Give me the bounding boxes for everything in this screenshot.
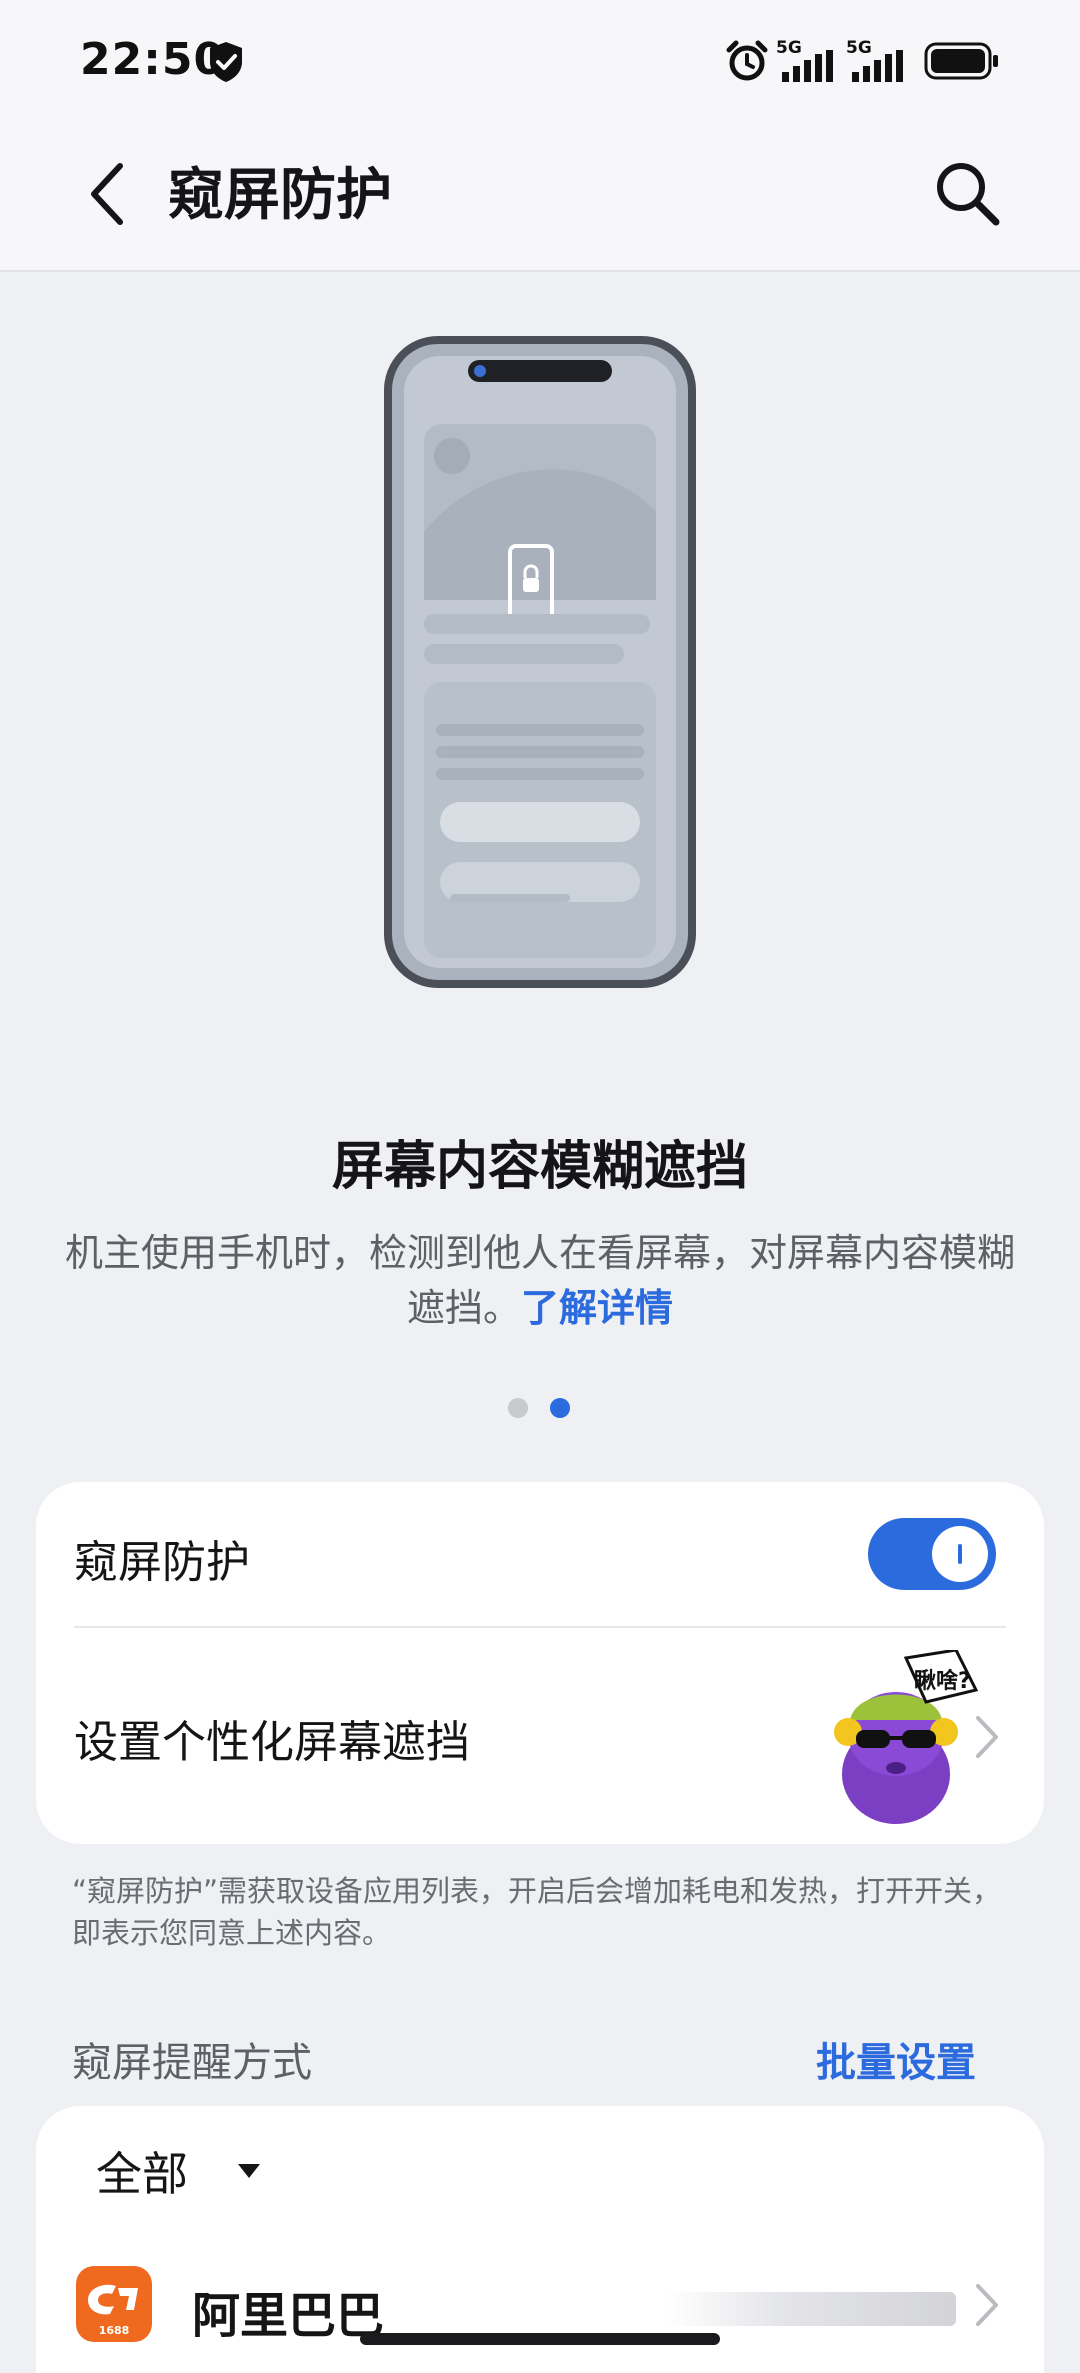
- protection-toggle[interactable]: [868, 1518, 996, 1590]
- shield-check-icon: [210, 42, 242, 82]
- app-icon: 1688: [76, 2266, 152, 2342]
- status-time: 22:50: [80, 34, 226, 85]
- pager-dots: [508, 1398, 588, 1422]
- alarm-icon: [726, 40, 768, 81]
- filter-label: 全部: [96, 2147, 188, 2201]
- chevron-right-icon: [976, 2284, 998, 2326]
- feature-title: 屏幕内容模糊遮挡: [331, 1137, 748, 1197]
- feature-description: 机主使用手机时，检测到他人在看屏幕，对屏幕内容模糊遮挡。了解详情: [60, 1226, 1020, 1336]
- caret-down-icon: [238, 2164, 260, 2178]
- protection-label: 窥屏防护: [74, 1537, 250, 1588]
- signal-icon: 5G: [846, 38, 910, 84]
- chevron-right-icon: [976, 1716, 998, 1758]
- app-name: 阿里巴巴: [192, 2288, 385, 2344]
- blurred-phone-illustration: [384, 336, 696, 988]
- personalize-row[interactable]: 设置个性化屏幕遮挡 瞅啥?: [36, 1628, 1044, 1844]
- toggle-knob: [932, 1526, 988, 1582]
- signal-icon: 5G: [776, 38, 840, 84]
- app-icon-label: 1688: [99, 2324, 130, 2337]
- back-arrow-icon[interactable]: [76, 152, 136, 236]
- header: 窥屏防护: [0, 120, 1080, 272]
- protection-toggle-row[interactable]: 窥屏防护: [36, 1482, 1044, 1626]
- battery-icon: [924, 42, 998, 80]
- status-bar: 22:50 5G 5G: [0, 0, 1080, 120]
- page-title: 窥屏防护: [168, 163, 392, 228]
- pager-dot-active[interactable]: [550, 1398, 570, 1418]
- app-setting-value-blurred: [666, 2292, 956, 2326]
- section-title: 窥屏提醒方式: [72, 2040, 312, 2086]
- filter-dropdown[interactable]: 全部: [96, 2136, 260, 2206]
- mascot-sticker-icon: 瞅啥?: [834, 1650, 979, 1824]
- settings-card: 窥屏防护 设置个性化屏幕遮挡 瞅啥?: [36, 1482, 1044, 1844]
- permission-note: “窥屏防护”需获取设备应用列表，开启后会增加耗电和发热，打开开关，即表示您同意上…: [72, 1874, 1002, 1950]
- search-icon[interactable]: [930, 156, 1004, 230]
- home-indicator[interactable]: [360, 2333, 720, 2345]
- personalize-label: 设置个性化屏幕遮挡: [74, 1717, 470, 1768]
- mascot-badge-text: 瞅啥?: [914, 1668, 971, 1694]
- batch-settings-link[interactable]: 批量设置: [816, 2030, 976, 2088]
- learn-more-link[interactable]: 了解详情: [521, 1286, 673, 1330]
- pager-dot[interactable]: [508, 1398, 528, 1418]
